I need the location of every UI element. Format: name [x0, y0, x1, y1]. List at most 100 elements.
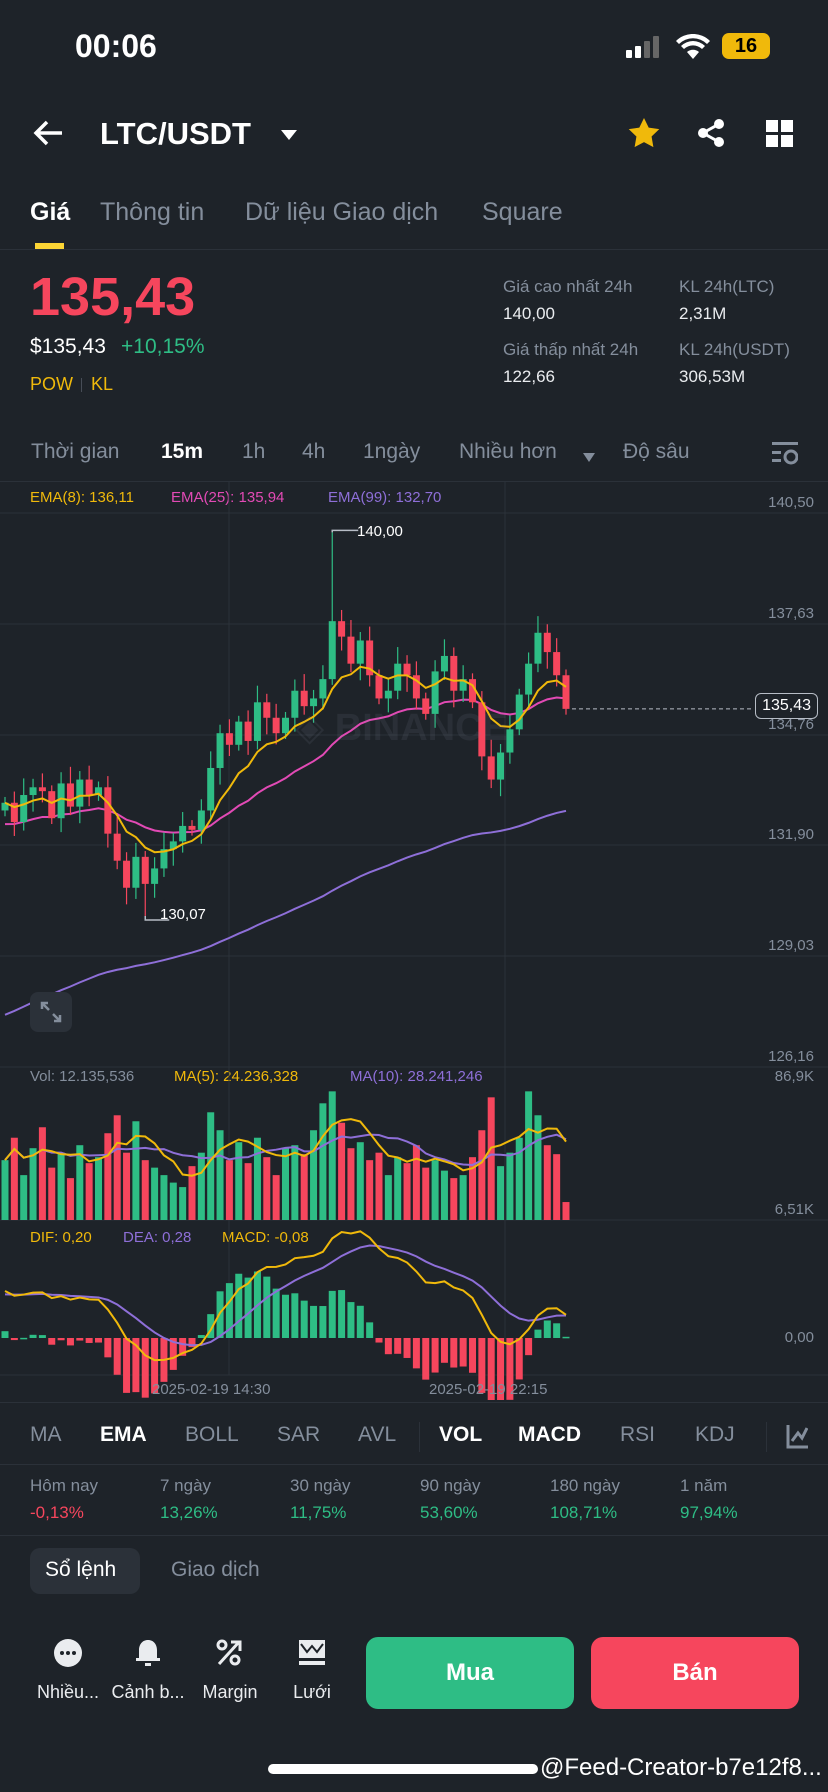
macd-histogram-bar	[95, 1338, 102, 1343]
candle-body	[76, 779, 84, 807]
candle-body	[282, 717, 289, 734]
indicator-avl[interactable]: AVL	[358, 1423, 396, 1447]
buy-button[interactable]: Mua	[366, 1637, 574, 1709]
indicator-vol[interactable]: VOL	[439, 1423, 482, 1447]
fullscreen-expand-icon[interactable]	[30, 992, 72, 1032]
volume-bar	[300, 1154, 308, 1220]
candle-body	[207, 767, 215, 811]
candle-body	[244, 721, 252, 741]
candlestick-chart[interactable]	[0, 0, 828, 1400]
macd-histogram-bar	[394, 1338, 402, 1354]
indicator-kdj[interactable]: KDJ	[695, 1423, 735, 1447]
candle-body	[328, 621, 336, 680]
volume-bar	[113, 1115, 121, 1220]
candle-body	[20, 795, 28, 823]
performance-label: 1 năm	[680, 1476, 728, 1495]
candle-body	[534, 632, 542, 664]
indicator-ma[interactable]: MA	[30, 1423, 62, 1447]
alert-label[interactable]: Cảnh b...	[106, 1682, 190, 1703]
more-label[interactable]: Nhiều...	[26, 1682, 110, 1703]
candle-body	[57, 783, 65, 819]
volume-bar	[543, 1145, 551, 1220]
margin-label[interactable]: Margin	[188, 1682, 272, 1703]
volume-bar	[506, 1152, 514, 1220]
macd-histogram-bar	[338, 1290, 346, 1338]
candle-body	[253, 702, 261, 741]
divider	[0, 1402, 828, 1403]
volume-bar	[459, 1175, 467, 1220]
volume-bar	[85, 1163, 93, 1220]
indicator-sar[interactable]: SAR	[277, 1423, 320, 1447]
candle-body	[375, 675, 383, 699]
performance-label: Hôm nay	[30, 1476, 99, 1495]
candle-body	[179, 825, 187, 842]
macd-histogram-bar	[469, 1338, 476, 1373]
candle-body	[29, 787, 37, 796]
alert-bell-icon[interactable]	[108, 1638, 188, 1673]
indicator-macd[interactable]: MACD	[518, 1423, 581, 1447]
candle-body	[85, 779, 93, 796]
volume-bar	[20, 1175, 28, 1220]
volume-bar	[291, 1145, 299, 1220]
candle-body	[497, 752, 505, 780]
volume-bar	[375, 1152, 383, 1220]
max-marker-line	[331, 529, 359, 533]
performance-value: 97,94%	[680, 1503, 738, 1522]
date-label: 2025-02-19 14:30	[152, 1381, 271, 1398]
indicator-boll[interactable]: BOLL	[185, 1423, 239, 1447]
divider	[766, 1422, 767, 1452]
volume-bar	[310, 1130, 318, 1220]
volume-bar	[478, 1130, 486, 1220]
performance-label: 7 ngày	[160, 1476, 212, 1495]
volume-bar	[48, 1167, 56, 1220]
candle-body	[113, 833, 121, 861]
grid-label[interactable]: Lưới	[270, 1682, 354, 1703]
indicator-rsi[interactable]: RSI	[620, 1423, 655, 1447]
volume-bar	[431, 1160, 439, 1220]
price-axis-label: 131,90	[768, 826, 814, 843]
candle-body	[338, 621, 346, 637]
tab-trades[interactable]: Giao dịch	[171, 1558, 260, 1582]
indicator-ema[interactable]: EMA	[100, 1423, 147, 1447]
macd-histogram-bar	[328, 1290, 336, 1338]
macd-histogram-bar	[543, 1320, 551, 1338]
price-axis-label: 129,03	[768, 937, 814, 954]
volume-bar	[169, 1182, 177, 1220]
candle-body	[384, 690, 392, 699]
macd-histogram-bar	[141, 1338, 149, 1398]
macd-histogram-bar	[562, 1336, 570, 1339]
indicator-settings-icon[interactable]	[786, 1425, 809, 1454]
macd-histogram-bar	[525, 1338, 533, 1356]
volume-bar	[497, 1166, 505, 1220]
macd-histogram-bar	[291, 1293, 299, 1338]
macd-histogram-bar	[76, 1338, 84, 1341]
grid-trading-icon[interactable]	[272, 1638, 352, 1673]
candle-body	[356, 640, 364, 664]
volume-bar	[282, 1148, 289, 1220]
home-indicator[interactable]	[268, 1764, 538, 1774]
macd-histogram-bar	[356, 1305, 364, 1338]
volume-bar	[1, 1160, 9, 1220]
candle-body	[272, 717, 280, 734]
macd-histogram-bar	[300, 1300, 308, 1338]
candle-body	[347, 636, 355, 664]
volume-bar	[356, 1142, 364, 1220]
volume-bar	[207, 1112, 215, 1220]
volume-bar	[525, 1091, 533, 1220]
candle-body	[300, 690, 308, 707]
macd-histogram-bar	[104, 1338, 112, 1358]
margin-percent-icon[interactable]	[190, 1638, 270, 1673]
macd-histogram-bar	[197, 1335, 205, 1338]
tab-orderbook[interactable]: Sổ lệnh	[45, 1558, 116, 1582]
macd-histogram-bar	[534, 1329, 542, 1338]
sell-button[interactable]: Bán	[591, 1637, 799, 1709]
more-icon[interactable]	[28, 1638, 108, 1673]
macd-histogram-bar	[282, 1294, 289, 1338]
volume-bar	[151, 1167, 159, 1220]
price-axis-label: 126,16	[768, 1048, 814, 1065]
macd-histogram-bar	[85, 1338, 93, 1343]
macd-histogram-bar	[412, 1338, 420, 1369]
volume-bar	[160, 1175, 168, 1220]
candle-body	[132, 856, 140, 888]
macd-histogram-bar	[553, 1323, 561, 1338]
